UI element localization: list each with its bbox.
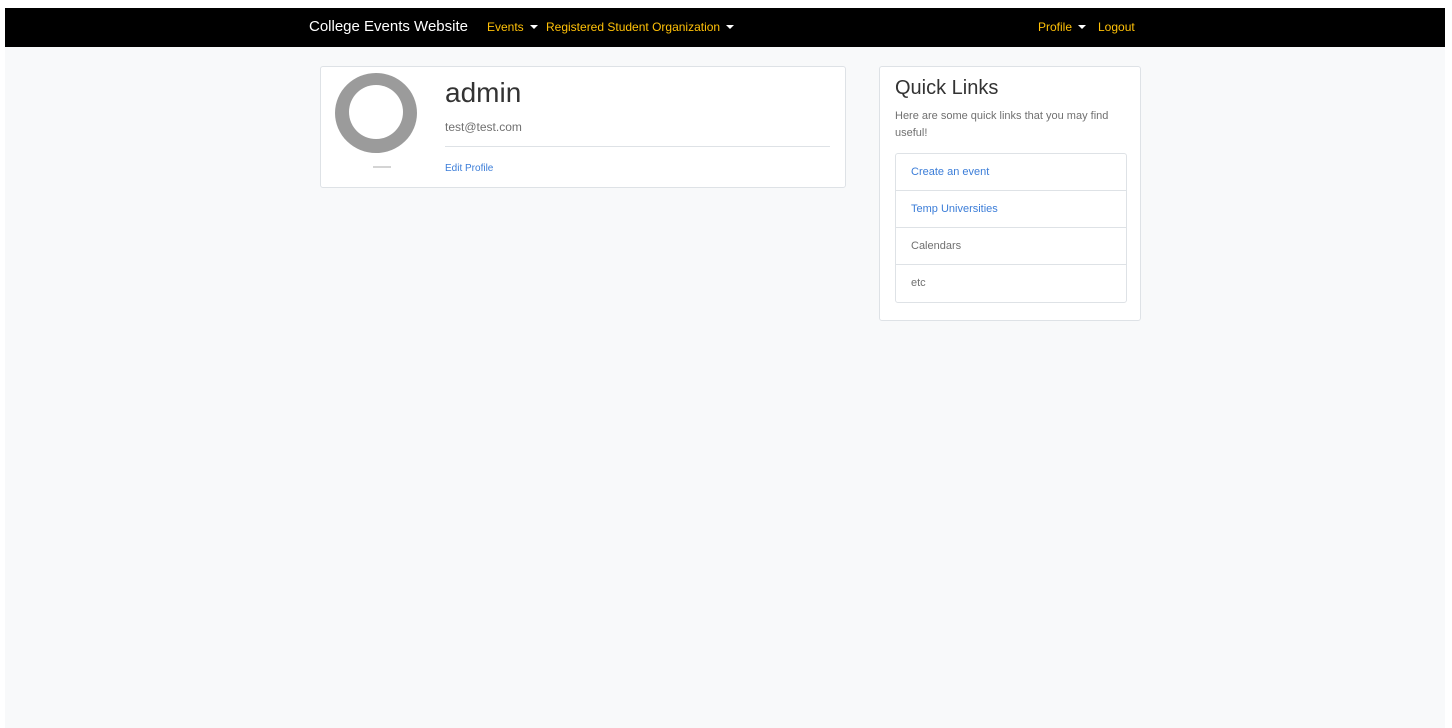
profile-dropdown-label: Profile — [1038, 20, 1073, 34]
logout-link[interactable]: Logout — [1098, 20, 1135, 34]
quick-link-calendars: Calendars — [896, 228, 1126, 265]
quick-link-create-event[interactable]: Create an event — [896, 154, 1126, 191]
quick-links-list: Create an event Temp Universities Calend… — [895, 153, 1127, 303]
profile-username: admin — [445, 77, 522, 108]
events-dropdown-label: Events — [487, 20, 524, 34]
navbar: College Events Website Events Registered… — [5, 8, 1445, 47]
quick-link-etc: etc — [911, 277, 926, 289]
quick-link-temp-universities[interactable]: Temp Universities — [896, 191, 1126, 228]
events-dropdown[interactable]: Events — [487, 20, 538, 34]
profile-divider — [445, 146, 830, 147]
avatar-base — [373, 166, 391, 168]
chevron-down-icon — [1078, 25, 1087, 29]
profile-email: test@test.com — [445, 120, 522, 134]
quick-links-title: Quick Links — [895, 77, 999, 99]
quick-links-description: Here are some quick links that you may f… — [895, 110, 1109, 139]
profile-card: admin test@test.com Edit Profile — [320, 66, 846, 188]
brand-link[interactable]: College Events Website — [309, 18, 468, 35]
chevron-down-icon — [529, 25, 538, 29]
quick-links-card: Quick Links Here are some quick links th… — [879, 66, 1141, 321]
page: College Events Website Events Registered… — [5, 8, 1445, 728]
rso-dropdown-label: Registered Student Organization — [546, 20, 721, 34]
chevron-down-icon — [726, 25, 735, 29]
avatar-head — [349, 85, 403, 139]
user-silhouette-icon — [335, 73, 417, 173]
rso-dropdown[interactable]: Registered Student Organization — [546, 20, 735, 34]
profile-dropdown[interactable]: Profile — [1038, 20, 1087, 34]
edit-profile-link[interactable]: Edit Profile — [445, 163, 493, 174]
